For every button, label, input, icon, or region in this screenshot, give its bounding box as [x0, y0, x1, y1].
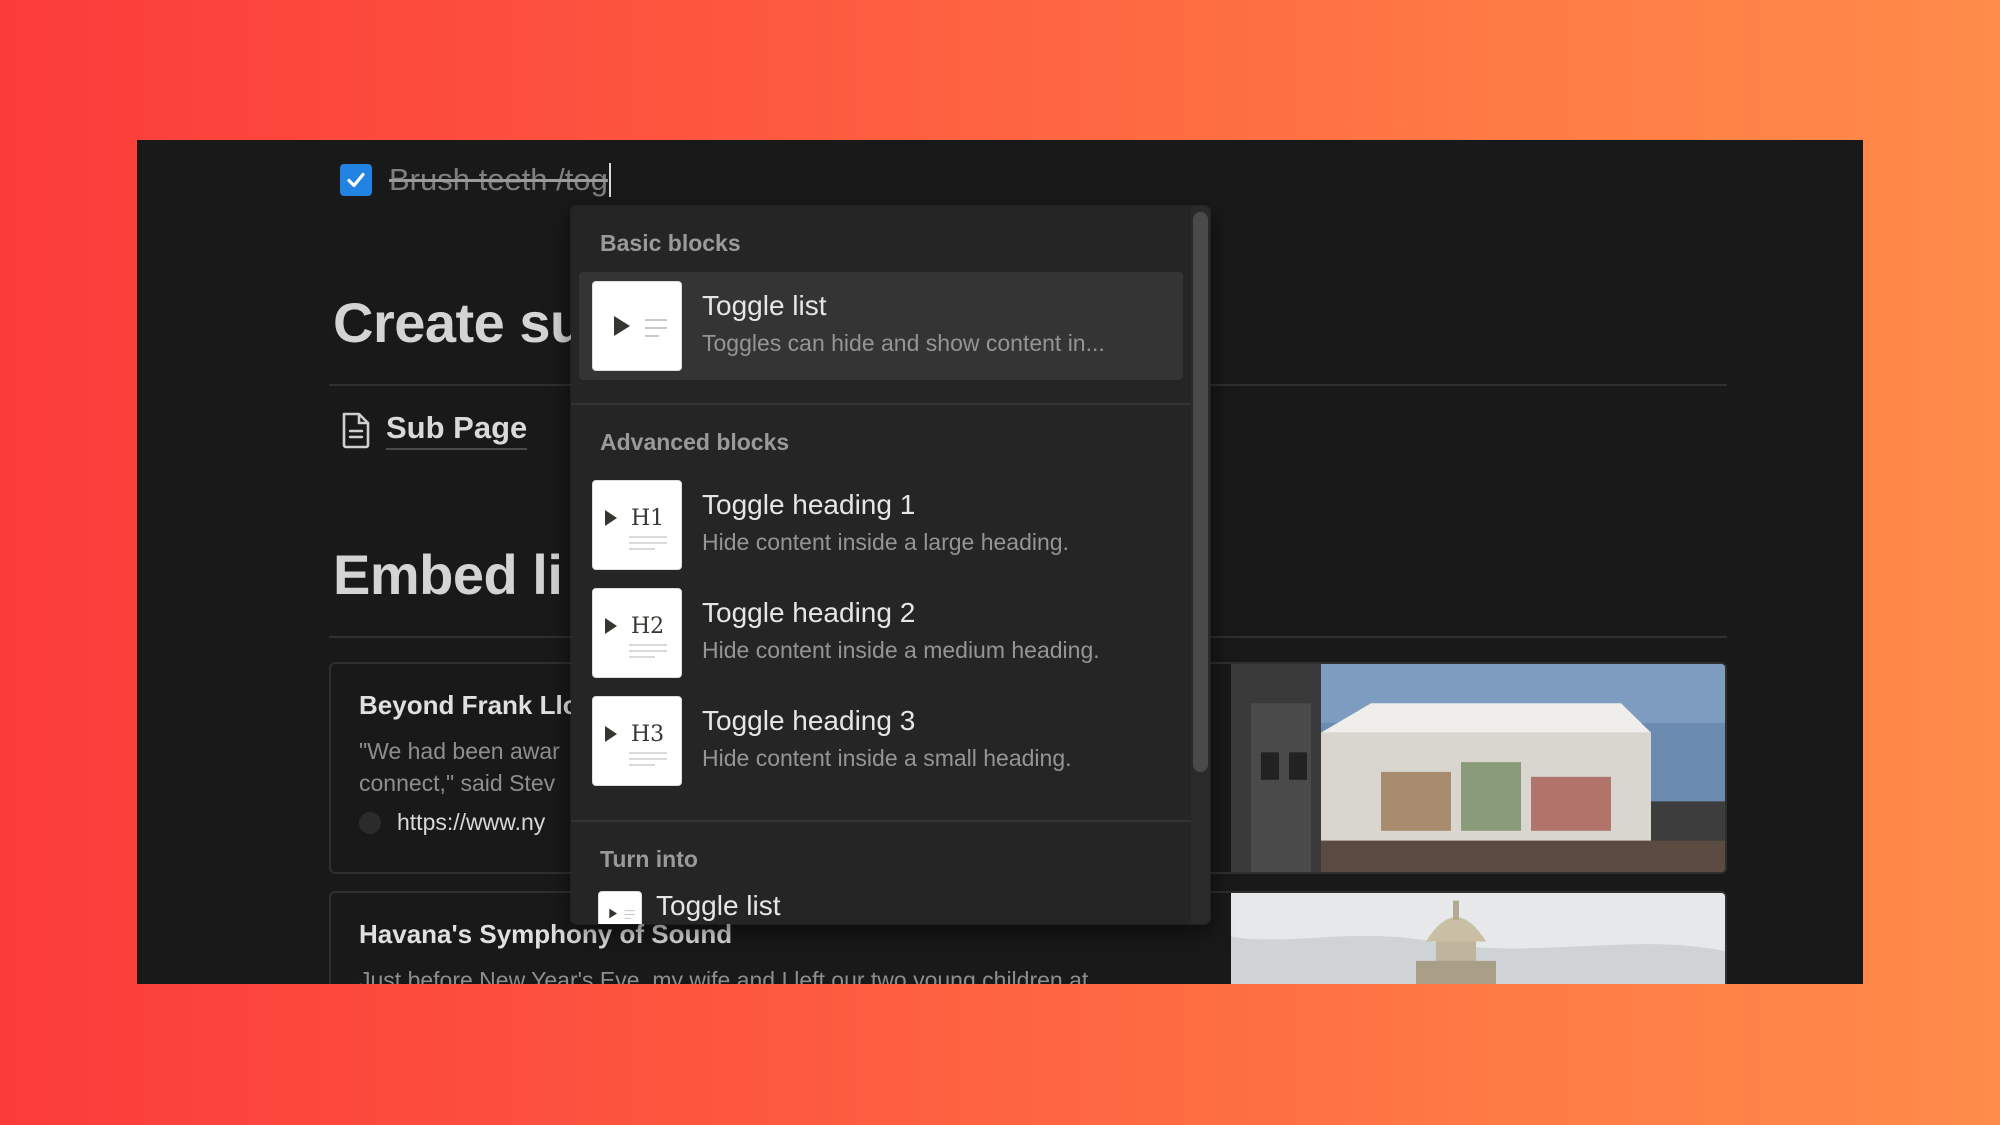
sub-page-label: Sub Page [386, 410, 528, 450]
menu-item-title: Toggle list [656, 890, 781, 921]
heading-embed: Embed li [333, 543, 563, 606]
section-label-advanced-blocks: Advanced blocks [600, 429, 790, 455]
menu-item-toggle-list[interactable]: Toggle list Toggles can hide and show co… [579, 272, 1183, 380]
menu-item-toggle-heading-3[interactable]: H3 Toggle heading 3 Hide content inside … [579, 687, 1183, 795]
svg-text:H3: H3 [631, 722, 664, 747]
sub-page-link[interactable]: Sub Page [340, 410, 528, 450]
checkmark-icon [347, 172, 365, 188]
menu-item-description: Hide content inside a large heading. [702, 529, 1069, 555]
menu-item-turn-into-toggle-list[interactable]: Toggle list [579, 886, 1183, 924]
bookmark-url-text: https://www.ny [397, 809, 546, 835]
todo-checkbox[interactable] [340, 164, 372, 196]
menu-item-title: Toggle heading 3 [702, 705, 916, 736]
toggle-h1-icon: H1 [592, 480, 682, 570]
todo-item: Brush teeth /tog [340, 162, 611, 198]
text-caret [608, 163, 611, 197]
bookmark-description: Just before New Year's Eve, my wife and … [359, 967, 1089, 984]
svg-text:H2: H2 [631, 614, 664, 639]
menu-scrollbar-track[interactable] [1191, 206, 1210, 924]
menu-scrollbar-thumb[interactable] [1193, 212, 1208, 772]
menu-item-toggle-heading-1[interactable]: H1 Toggle heading 1 Hide content inside … [579, 471, 1183, 579]
favicon-icon [359, 811, 381, 834]
menu-divider [571, 820, 1191, 822]
svg-text:H1: H1 [631, 506, 664, 531]
notion-page: Brush teeth /tog Create su Sub Page Embe… [137, 140, 1863, 984]
slash-command-menu: Basic blocks Toggle list Toggles can hid… [571, 206, 1210, 924]
section-label-basic-blocks: Basic blocks [600, 230, 741, 256]
todo-text-input[interactable]: Brush teeth /tog [389, 162, 608, 198]
menu-item-toggle-heading-2[interactable]: H2 Toggle heading 2 Hide content inside … [579, 579, 1183, 687]
bookmark-text: Havana's Symphony of Sound Just before N… [359, 919, 1189, 984]
toggle-h2-icon: H2 [592, 588, 682, 678]
page-icon [342, 412, 370, 449]
toggle-list-icon [592, 281, 682, 371]
toggle-h3-icon: H3 [592, 696, 682, 786]
menu-item-title: Toggle list [702, 290, 827, 321]
menu-item-description: Hide content inside a small heading. [702, 745, 1072, 771]
menu-divider [571, 403, 1191, 405]
menu-item-title: Toggle heading 1 [702, 489, 916, 520]
menu-item-description: Toggles can hide and show content in... [702, 330, 1105, 356]
menu-item-description: Hide content inside a medium heading. [702, 637, 1100, 663]
menu-item-title: Toggle heading 2 [702, 597, 916, 628]
heading-create: Create su [333, 291, 584, 354]
section-label-turn-into: Turn into [600, 846, 698, 872]
bookmark-thumbnail-image [1231, 664, 1725, 872]
toggle-list-icon [598, 891, 642, 924]
bookmark-thumbnail-image [1231, 893, 1725, 984]
